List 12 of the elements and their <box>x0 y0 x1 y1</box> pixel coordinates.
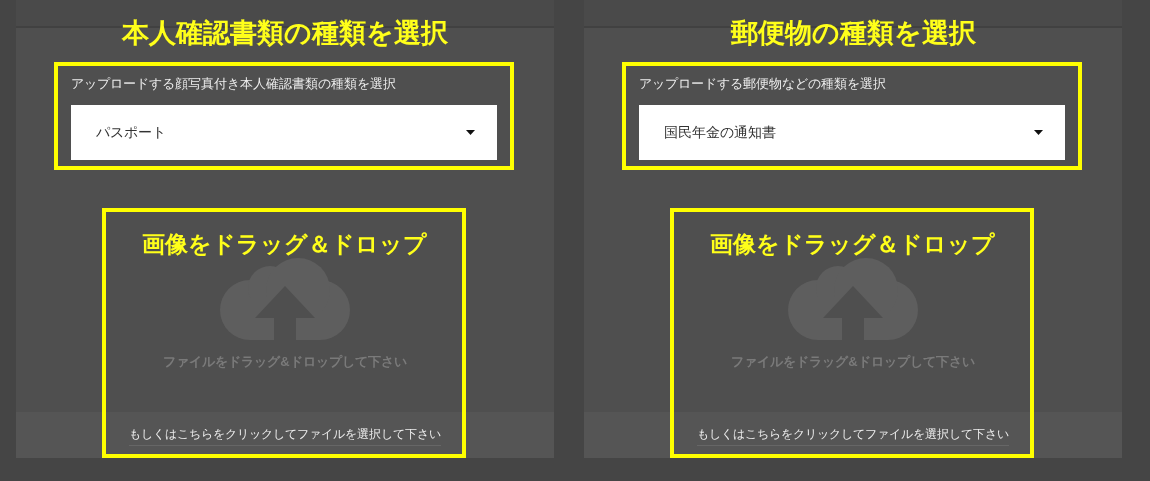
caret-icon <box>466 130 475 135</box>
select-label: アップロードする顔写真付き本人確認書類の種類を選択 <box>71 75 397 93</box>
select-dropdown[interactable]: 国民年金の通知書 <box>639 105 1065 160</box>
annotation-title: 郵便物の種類を選択 <box>729 17 977 50</box>
select-value: 国民年金の通知書 <box>664 123 776 142</box>
annotation-title: 画像をドラッグ＆ドロップ <box>708 230 996 259</box>
caret-icon <box>1034 130 1043 135</box>
select-label: アップロードする郵便物などの種類を選択 <box>639 75 887 93</box>
annotation-title: 本人確認書類の種類を選択 <box>121 17 449 50</box>
annotation-title: 画像をドラッグ＆ドロップ <box>140 230 428 259</box>
select-dropdown[interactable]: パスポート <box>71 105 497 160</box>
select-value: パスポート <box>96 123 166 142</box>
